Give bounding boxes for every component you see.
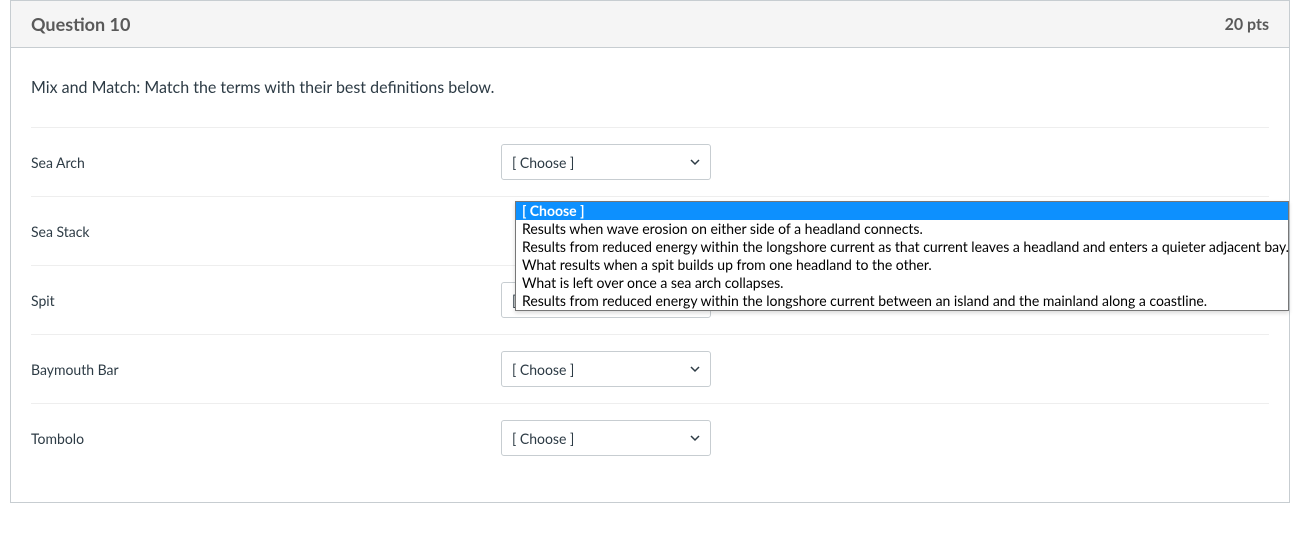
term-label: Tombolo: [31, 430, 501, 447]
dropdown-option[interactable]: Results from reduced energy within the l…: [516, 238, 1288, 256]
question-card: Question 10 20 pts Mix and Match: Match …: [10, 0, 1290, 503]
question-points: 20 pts: [1225, 15, 1269, 34]
dropdown-option[interactable]: Results when wave erosion on either side…: [516, 220, 1288, 238]
term-label: Baymouth Bar: [31, 361, 501, 378]
select-value: [ Choose ]: [512, 361, 574, 378]
match-row: Baymouth Bar [ Choose ]: [31, 335, 1269, 404]
dropdown-option[interactable]: What is left over once a sea arch collap…: [516, 274, 1288, 292]
dropdown-option[interactable]: [ Choose ]: [516, 202, 1288, 220]
match-row: Sea Arch [ Choose ]: [31, 128, 1269, 197]
dropdown-option[interactable]: Results from reduced energy within the l…: [516, 292, 1288, 310]
question-instruction: Mix and Match: Match the terms with thei…: [31, 78, 1269, 97]
question-title: Question 10: [31, 13, 130, 35]
chevron-down-icon: [690, 157, 700, 167]
term-label: Spit: [31, 292, 501, 309]
dropdown-option[interactable]: What results when a spit builds up from …: [516, 256, 1288, 274]
chevron-down-icon: [690, 433, 700, 443]
match-row: Tombolo [ Choose ]: [31, 404, 1269, 472]
select-value: [ Choose ]: [512, 154, 574, 171]
question-header: Question 10 20 pts: [11, 1, 1289, 48]
term-label: Sea Arch: [31, 154, 501, 171]
definition-select-baymouth-bar[interactable]: [ Choose ]: [501, 351, 711, 387]
term-label: Sea Stack: [31, 223, 501, 240]
definition-select-tombolo[interactable]: [ Choose ]: [501, 420, 711, 456]
definition-dropdown[interactable]: [ Choose ] Results when wave erosion on …: [515, 201, 1289, 311]
select-value: [ Choose ]: [512, 430, 574, 447]
chevron-down-icon: [690, 364, 700, 374]
definition-select-sea-arch[interactable]: [ Choose ]: [501, 144, 711, 180]
